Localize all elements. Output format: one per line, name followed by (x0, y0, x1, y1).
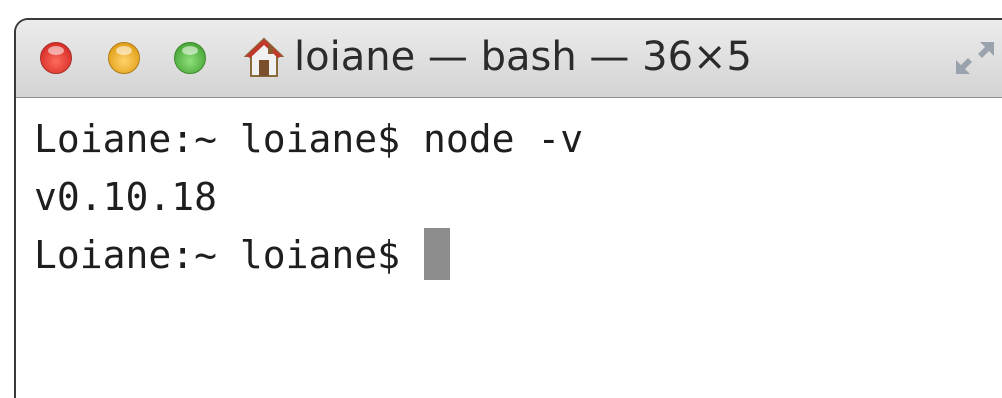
terminal-line: Loiane:~ loiane$ node -v (34, 110, 1002, 168)
prompt: Loiane:~ loiane$ (34, 233, 401, 277)
text-cursor (424, 228, 451, 280)
home-icon (244, 37, 284, 77)
terminal-line: Loiane:~ loiane$ (34, 226, 1002, 284)
close-button[interactable] (40, 42, 72, 74)
terminal-line: v0.10.18 (34, 168, 1002, 226)
command-output: v0.10.18 (34, 175, 218, 219)
title-bar[interactable]: loiane — bash — 36×5 (16, 20, 1002, 98)
terminal-content[interactable]: Loiane:~ loiane$ node -v v0.10.18 Loiane… (16, 98, 1002, 398)
window-title: loiane — bash — 36×5 (294, 34, 752, 80)
minimize-button[interactable] (108, 42, 140, 74)
terminal-window: loiane — bash — 36×5 Loiane:~ loiane$ no… (14, 18, 1002, 398)
fullscreen-icon[interactable] (952, 38, 998, 78)
prompt: Loiane:~ loiane$ (34, 117, 401, 161)
zoom-button[interactable] (174, 42, 206, 74)
command: node -v (422, 117, 584, 161)
